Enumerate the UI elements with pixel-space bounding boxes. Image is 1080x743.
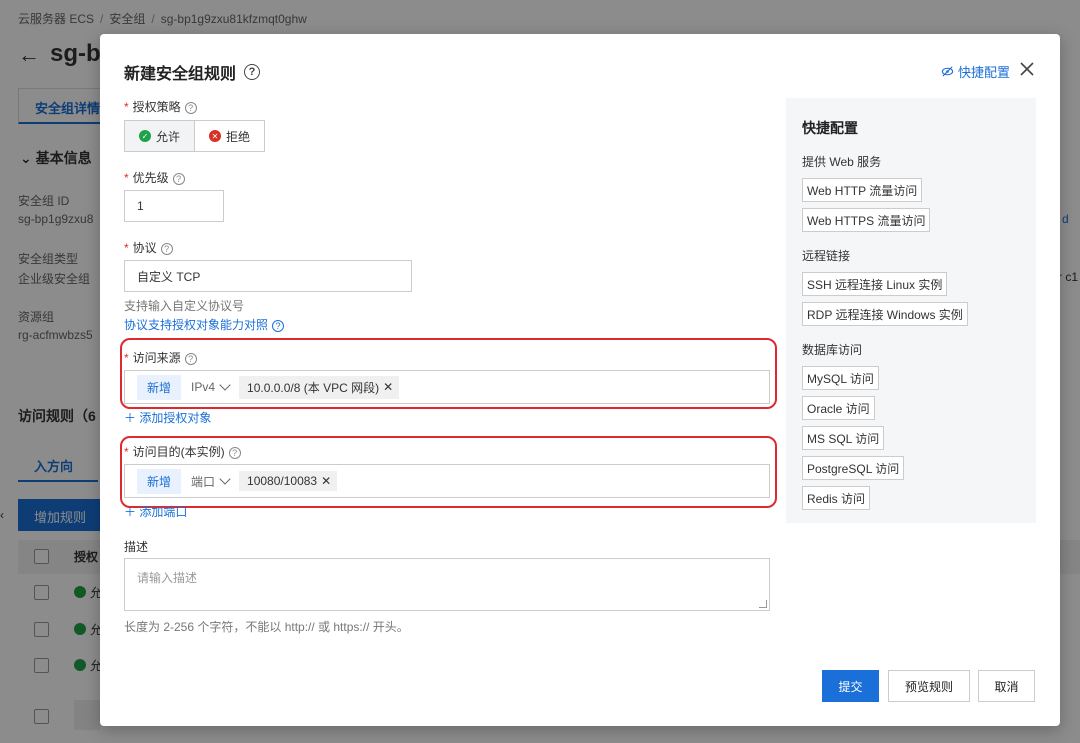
help-icon[interactable]: ? (172, 172, 185, 185)
new-tag: 新增 (137, 374, 182, 400)
quick-https-button[interactable]: Web HTTPS 流量访问 (802, 208, 931, 232)
quick-ssh-button[interactable]: SSH 远程连接 Linux 实例 (802, 272, 948, 296)
help-icon[interactable]: ? (244, 64, 261, 80)
resize-handle-icon[interactable] (759, 600, 767, 608)
quick-mysql-button[interactable]: MySQL 访问 (802, 366, 879, 390)
help-icon: ? (272, 319, 285, 332)
destination-input[interactable]: 新增 端口 10080/10083 ✕ (124, 464, 770, 498)
eye-slash-icon (941, 66, 954, 77)
destination-label: * 访问目的(本实例)? (124, 443, 241, 460)
source-label: * 访问来源? (124, 349, 197, 366)
help-icon[interactable]: ? (160, 242, 173, 255)
quick-config-label: 快捷配置 (957, 65, 1010, 80)
help-icon[interactable]: ? (184, 352, 197, 365)
quick-redis-button[interactable]: Redis 访问 (802, 486, 871, 510)
help-icon[interactable]: ? (228, 446, 241, 459)
port-chip: 10080/10083 ✕ (239, 471, 338, 491)
preview-rules-button[interactable]: 预览规则 (888, 670, 970, 702)
group-database: 数据库访问 (802, 343, 863, 357)
quick-mssql-button[interactable]: MS SQL 访问 (802, 426, 885, 450)
quick-postgresql-button[interactable]: PostgreSQL 访问 (802, 456, 905, 480)
description-label: 描述 (124, 540, 149, 554)
quick-config-panel: 快捷配置 提供 Web 服务 Web HTTP 流量访问 Web HTTPS 流… (786, 98, 1036, 523)
source-chip: 10.0.0.0/8 (本 VPC 网段) ✕ (239, 375, 400, 399)
quick-rdp-button[interactable]: RDP 远程连接 Windows 实例 (802, 302, 968, 326)
ip-version-select[interactable]: IPv4 (191, 379, 231, 394)
protocol-capability-link[interactable]: 协议支持授权对象能力对照? (124, 316, 285, 333)
add-source-link[interactable]: ＋ 添加授权对象 (124, 409, 211, 426)
description-textarea[interactable]: 请输入描述 (124, 558, 770, 611)
protocol-label: * 协议? (124, 239, 173, 256)
priority-input[interactable]: 1 (124, 190, 224, 222)
description-hint: 长度为 2-256 个字符，不能以 http:// 或 https:// 开头。 (124, 620, 409, 634)
source-input[interactable]: 新增 IPv4 10.0.0.0/8 (本 VPC 网段) ✕ (124, 370, 770, 404)
dialog-title-text: 新建安全组规则 (124, 66, 237, 83)
chevron-down-icon (219, 379, 231, 391)
new-tag: 新增 (137, 468, 182, 494)
quick-oracle-button[interactable]: Oracle 访问 (802, 396, 875, 420)
quick-http-button[interactable]: Web HTTP 流量访问 (802, 178, 923, 202)
protocol-select[interactable]: 自定义 TCP (124, 260, 412, 292)
port-select[interactable]: 端口 (191, 473, 231, 490)
create-rule-dialog: 新建安全组规则 ? 快捷配置 * 授权策略? ✓ 允许 ✕ 拒绝 * 优先级? 1 * 协… (100, 34, 1060, 726)
policy-allow-button[interactable]: ✓ 允许 (124, 120, 196, 152)
remove-icon[interactable]: ✕ (321, 474, 331, 488)
priority-label: * 优先级? (124, 169, 185, 186)
dialog-title: 新建安全组规则 ? (124, 60, 261, 84)
x-circle-icon: ✕ (209, 130, 222, 142)
chevron-down-icon (219, 473, 231, 485)
check-circle-icon: ✓ (139, 130, 151, 142)
policy-segmented: ✓ 允许 ✕ 拒绝 (124, 120, 266, 152)
description-placeholder: 请输入描述 (137, 571, 198, 585)
remove-icon[interactable]: ✕ (383, 380, 393, 394)
group-remote: 远程链接 (802, 249, 851, 263)
help-icon[interactable]: ? (184, 101, 197, 114)
group-web: 提供 Web 服务 (802, 155, 882, 169)
add-port-link[interactable]: ＋ 添加端口 (124, 503, 187, 520)
submit-button[interactable]: 提交 (822, 670, 879, 702)
protocol-hint: 支持输入自定义协议号 (124, 299, 245, 313)
cancel-button[interactable]: 取消 (978, 670, 1035, 702)
panel-title: 快捷配置 (802, 120, 858, 136)
quick-config-link[interactable]: 快捷配置 (941, 62, 1010, 81)
policy-label: * 授权策略? (124, 98, 197, 115)
close-icon[interactable] (1018, 60, 1036, 78)
policy-deny-button[interactable]: ✕ 拒绝 (195, 120, 266, 152)
